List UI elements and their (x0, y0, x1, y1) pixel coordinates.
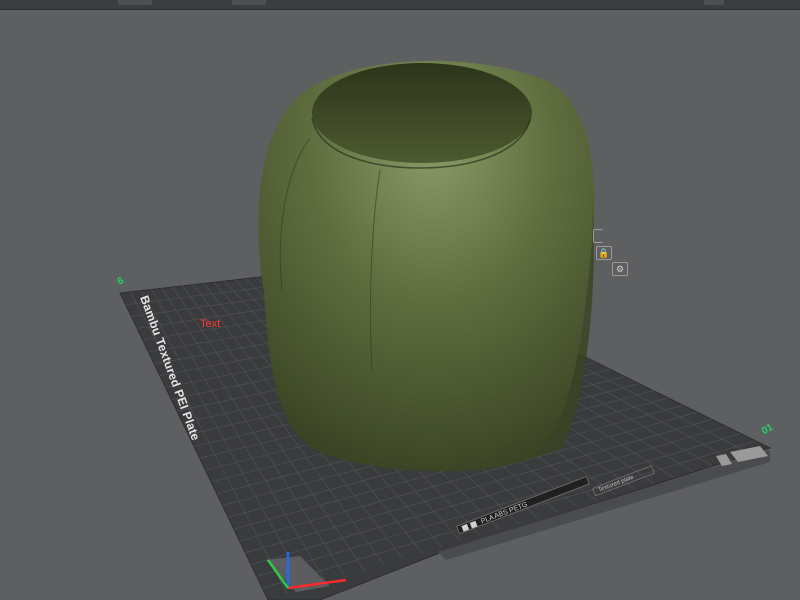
top-toolbar (0, 0, 800, 10)
orient-icon[interactable] (593, 229, 603, 243)
settings-icon[interactable]: ⚙ (612, 262, 628, 276)
toolbar-tab[interactable] (118, 0, 152, 5)
filament-icon (469, 520, 478, 529)
model-object[interactable] (258, 60, 595, 472)
lock-icon[interactable]: 🔒 (596, 246, 612, 260)
scene (119, 60, 772, 600)
toolbar-tab[interactable] (704, 0, 724, 5)
3d-viewport[interactable] (0, 10, 800, 600)
filament-icon (461, 523, 470, 532)
toolbar-tab[interactable] (232, 0, 266, 5)
text-annotation[interactable]: Text (200, 318, 220, 330)
